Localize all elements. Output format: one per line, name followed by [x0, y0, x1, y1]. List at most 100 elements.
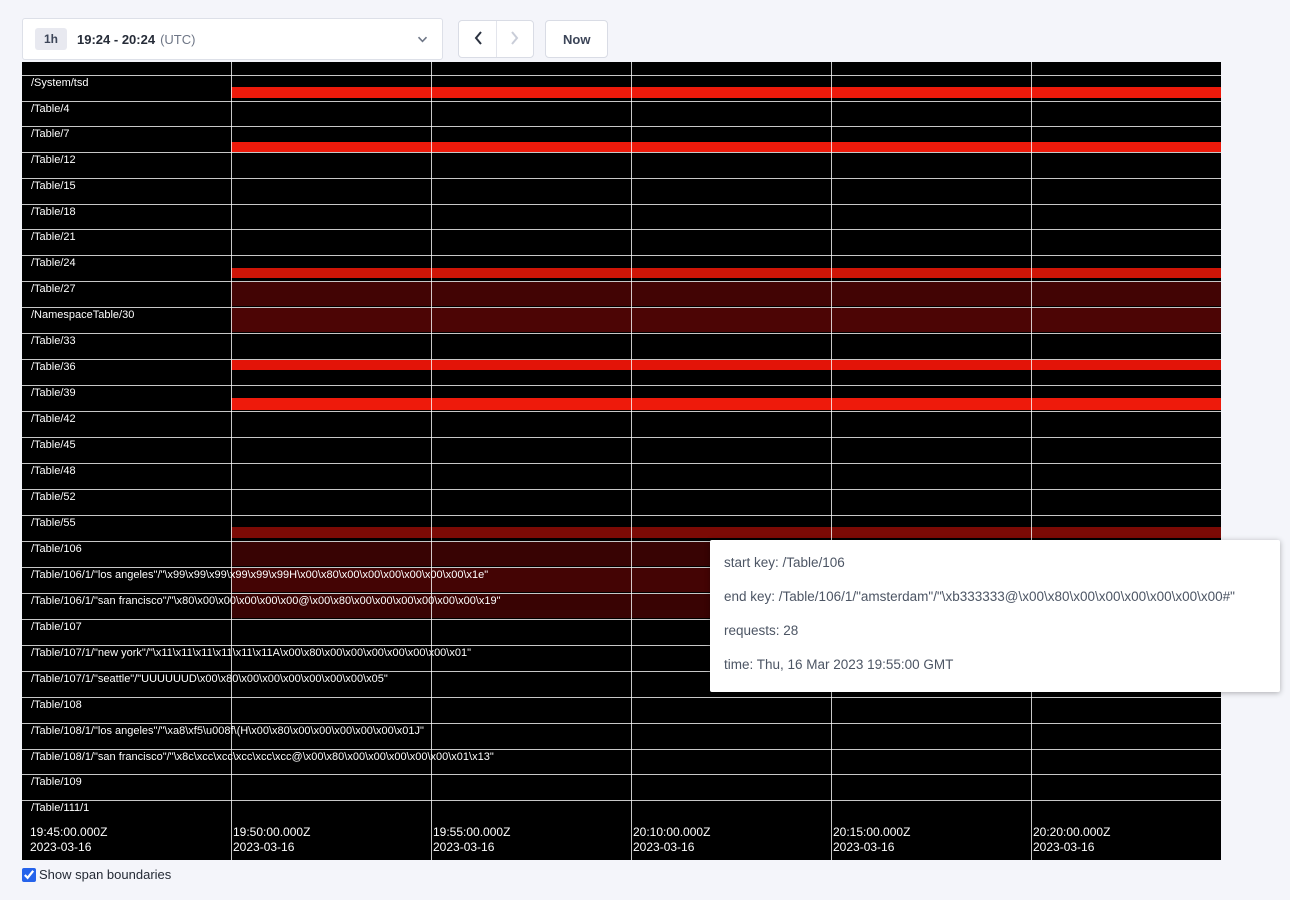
- time-gridline: [431, 62, 432, 860]
- span-boundary-line: [22, 774, 1221, 775]
- heat-band[interactable]: [231, 268, 1221, 278]
- span-boundary-line: [22, 101, 1221, 102]
- previous-time-window-button[interactable]: [459, 21, 496, 57]
- tick-time: 19:55:00.000Z: [433, 825, 510, 840]
- span-boundary-line: [22, 489, 1221, 490]
- span-boundary-line: [22, 411, 1221, 412]
- span-boundary-line: [22, 697, 1221, 698]
- row-key-label: /Table/21: [31, 231, 76, 244]
- tick-time: 20:15:00.000Z: [833, 825, 910, 840]
- duration-badge: 1h: [35, 28, 67, 50]
- row-key-label: /Table/42: [31, 413, 76, 426]
- x-axis-tick-label: 19:45:00.000Z2023-03-16: [30, 825, 107, 855]
- row-key-label: /Table/52: [31, 491, 76, 504]
- span-boundary-line: [22, 385, 1221, 386]
- row-key-label: /Table/39: [31, 387, 76, 400]
- row-key-label: /Table/36: [31, 361, 76, 374]
- row-key-label: /Table/24: [31, 257, 76, 270]
- row-key-label: /Table/18: [31, 206, 76, 219]
- tooltip-start-key: start key: /Table/106: [724, 546, 1266, 580]
- tick-time: 19:50:00.000Z: [233, 825, 310, 840]
- row-key-label: /Table/27: [31, 283, 76, 296]
- time-step-button-group: [458, 20, 534, 58]
- time-gridline: [831, 62, 832, 860]
- key-visualizer-heatmap[interactable]: start key: /Table/106 end key: /Table/10…: [22, 62, 1221, 860]
- row-key-label: /NamespaceTable/30: [31, 309, 134, 322]
- row-key-label: /Table/108/1/"san francisco"/"\x8c\xcc\x…: [31, 751, 494, 764]
- span-boundary-line: [22, 723, 1221, 724]
- tooltip-end-key: end key: /Table/106/1/"amsterdam"/"\xb33…: [724, 580, 1266, 614]
- span-boundary-line: [22, 463, 1221, 464]
- row-key-label: /Table/108/1/"los angeles"/"\xa8\xf5\u00…: [31, 725, 424, 738]
- row-key-label: /Table/106: [31, 543, 82, 556]
- row-key-label: /Table/48: [31, 465, 76, 478]
- tick-date: 2023-03-16: [233, 840, 310, 855]
- next-time-window-button[interactable]: [496, 21, 533, 57]
- heat-band[interactable]: [231, 282, 1221, 306]
- span-boundary-line: [22, 255, 1221, 256]
- span-boundary-line: [22, 152, 1221, 153]
- heat-band[interactable]: [231, 360, 1221, 370]
- now-button[interactable]: Now: [545, 20, 608, 58]
- heat-band[interactable]: [231, 398, 1221, 410]
- time-gridline: [1031, 62, 1032, 860]
- span-boundary-line: [22, 307, 1221, 308]
- row-key-label: /Table/15: [31, 180, 76, 193]
- tick-date: 2023-03-16: [1033, 840, 1110, 855]
- tick-date: 2023-03-16: [30, 840, 107, 855]
- chevron-down-icon: [417, 36, 428, 43]
- row-key-label: /Table/107/1/"seattle"/"UUUUUUD\x00\x80\…: [31, 673, 388, 686]
- span-boundary-line: [22, 281, 1221, 282]
- tick-date: 2023-03-16: [633, 840, 710, 855]
- x-axis-tick-label: 20:15:00.000Z2023-03-16: [833, 825, 910, 855]
- span-boundary-line: [22, 800, 1221, 801]
- row-key-label: /System/tsd: [31, 77, 88, 90]
- span-boundary-line: [22, 437, 1221, 438]
- row-key-label: /Table/106/1/"san francisco"/"\x80\x00\x…: [31, 595, 501, 608]
- tick-time: 19:45:00.000Z: [30, 825, 107, 840]
- tick-date: 2023-03-16: [433, 840, 510, 855]
- row-key-label: /Table/106/1/"los angeles"/"\x99\x99\x99…: [31, 569, 488, 582]
- span-boundary-line: [22, 229, 1221, 230]
- heatmap-tooltip: start key: /Table/106 end key: /Table/10…: [710, 540, 1280, 692]
- span-boundary-line: [22, 515, 1221, 516]
- show-span-boundaries-checkbox[interactable]: [22, 868, 36, 882]
- row-key-label: /Table/12: [31, 154, 76, 167]
- tooltip-requests: requests: 28: [724, 614, 1266, 648]
- row-key-label: /Table/4: [31, 103, 70, 116]
- span-boundary-line: [22, 333, 1221, 334]
- span-boundary-line: [22, 178, 1221, 179]
- x-axis-tick-label: 19:55:00.000Z2023-03-16: [433, 825, 510, 855]
- time-range-text: 19:24 - 20:24: [77, 32, 155, 47]
- heat-band[interactable]: [231, 87, 1221, 98]
- x-axis-tick-label: 20:20:00.000Z2023-03-16: [1033, 825, 1110, 855]
- span-boundary-line: [22, 75, 1221, 76]
- tick-date: 2023-03-16: [833, 840, 910, 855]
- heat-band[interactable]: [231, 308, 1221, 332]
- heat-band[interactable]: [231, 527, 1221, 538]
- tooltip-time: time: Thu, 16 Mar 2023 19:55:00 GMT: [724, 648, 1266, 682]
- row-key-label: /Table/111/1: [31, 802, 89, 815]
- row-key-label: /Table/45: [31, 439, 76, 452]
- row-key-label: /Table/107: [31, 621, 82, 634]
- span-boundary-line: [22, 126, 1221, 127]
- tick-time: 20:10:00.000Z: [633, 825, 710, 840]
- x-axis-tick-label: 19:50:00.000Z2023-03-16: [233, 825, 310, 855]
- time-gridline: [631, 62, 632, 860]
- time-gridline: [231, 62, 232, 860]
- span-boundary-line: [22, 204, 1221, 205]
- heat-band[interactable]: [231, 142, 1221, 152]
- row-key-label: /Table/7: [31, 128, 70, 141]
- show-span-boundaries-control[interactable]: Show span boundaries: [22, 867, 171, 882]
- chevron-left-icon: [473, 30, 483, 49]
- span-boundary-line: [22, 749, 1221, 750]
- row-key-label: /Table/33: [31, 335, 76, 348]
- x-axis-tick-label: 20:10:00.000Z2023-03-16: [633, 825, 710, 855]
- time-range-selector[interactable]: 1h 19:24 - 20:24 (UTC): [22, 18, 443, 60]
- chevron-right-icon: [510, 30, 520, 49]
- row-key-label: /Table/55: [31, 517, 76, 530]
- tick-time: 20:20:00.000Z: [1033, 825, 1110, 840]
- row-key-label: /Table/107/1/"new york"/"\x11\x11\x11\x1…: [31, 647, 471, 660]
- span-boundary-line: [22, 359, 1221, 360]
- row-key-label: /Table/108: [31, 699, 82, 712]
